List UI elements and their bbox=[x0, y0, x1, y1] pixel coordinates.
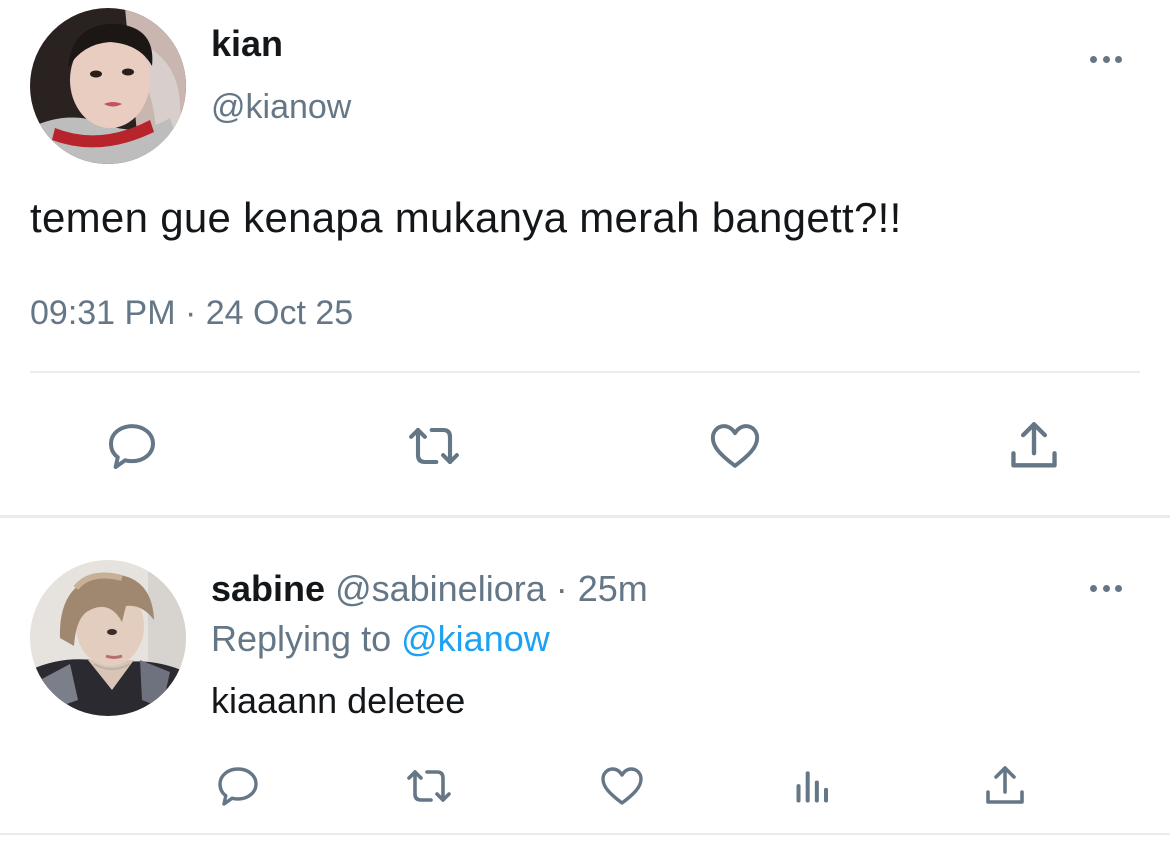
tweet-text: temen gue kenapa mukanya merah bangett?!… bbox=[30, 194, 902, 241]
author-avatar-photo bbox=[30, 8, 186, 164]
reply-more-options-icon[interactable] bbox=[1086, 578, 1126, 598]
reply-text: kiaaann deletee bbox=[211, 680, 466, 721]
like-icon[interactable] bbox=[703, 415, 767, 477]
replying-to-label: Replying to bbox=[211, 618, 392, 659]
reply-reply-icon[interactable] bbox=[210, 761, 266, 811]
author-name[interactable]: kian bbox=[211, 22, 283, 66]
reply-time[interactable]: · 25m bbox=[556, 568, 648, 609]
reply-author-handle[interactable]: @sabineliora bbox=[335, 568, 546, 609]
author-avatar[interactable] bbox=[30, 8, 186, 164]
retweet-icon[interactable] bbox=[398, 415, 470, 477]
reply-like-icon[interactable] bbox=[596, 761, 648, 811]
reply-author-name[interactable]: sabine bbox=[211, 568, 325, 609]
replying-to: Replying to @kianow bbox=[211, 617, 550, 661]
section-separator bbox=[0, 515, 1170, 518]
reply-avatar-photo bbox=[30, 560, 186, 716]
share-icon[interactable] bbox=[1002, 415, 1066, 477]
reply-retweet-icon[interactable] bbox=[398, 761, 460, 811]
replying-to-mention[interactable]: @kianow bbox=[401, 618, 550, 659]
tweet-timestamp[interactable]: 09:31 PM · 24 Oct 25 bbox=[30, 292, 353, 334]
reply-author-avatar[interactable] bbox=[30, 560, 186, 716]
analytics-icon[interactable] bbox=[788, 761, 838, 811]
reply-icon[interactable] bbox=[100, 415, 164, 477]
divider bbox=[0, 833, 1170, 835]
reply-share-icon[interactable] bbox=[980, 761, 1030, 811]
divider bbox=[30, 371, 1140, 373]
more-options-icon[interactable] bbox=[1086, 49, 1126, 69]
reply-header: sabine @sabineliora · 25m bbox=[211, 567, 648, 611]
author-handle[interactable]: @kianow bbox=[211, 86, 351, 128]
